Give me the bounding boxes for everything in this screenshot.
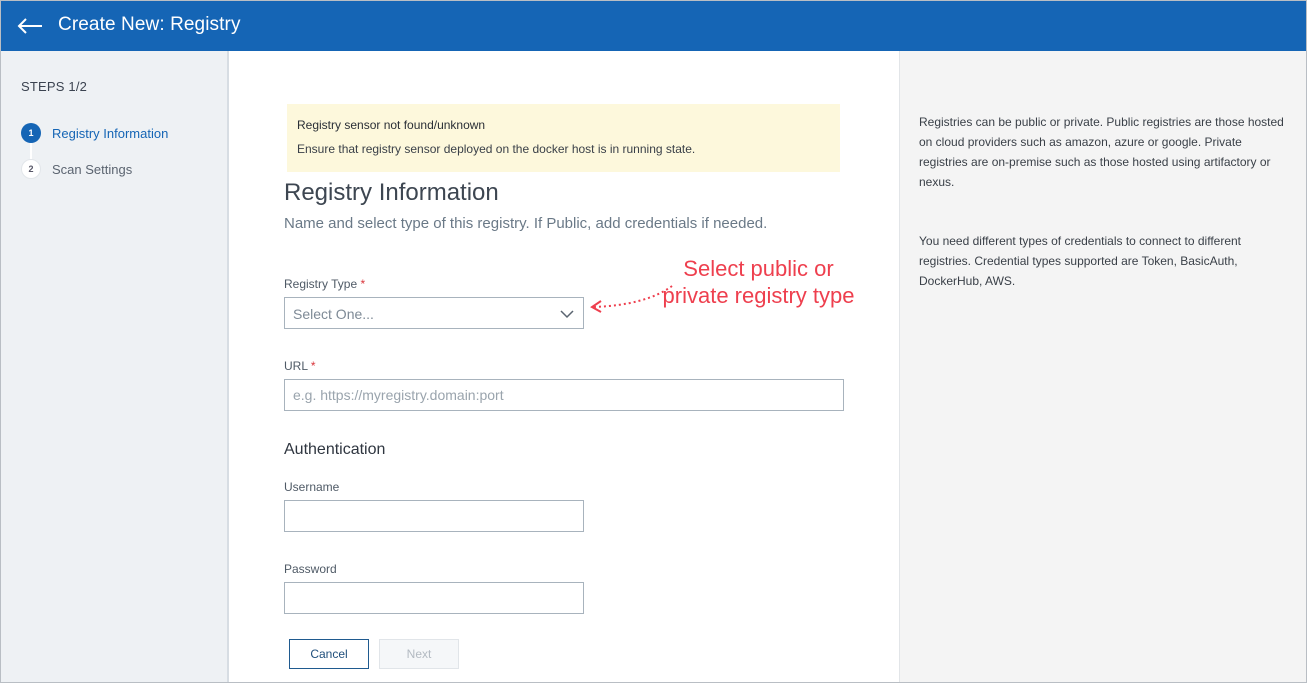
- cancel-button[interactable]: Cancel: [289, 639, 369, 669]
- username-input[interactable]: [284, 500, 584, 532]
- password-input[interactable]: [284, 582, 584, 614]
- page-header: Create New: Registry: [1, 1, 1306, 51]
- step-label: Registry Information: [52, 125, 169, 141]
- url-label: URL *: [284, 359, 316, 373]
- callout-arrow-icon: [590, 285, 673, 313]
- required-mark: *: [310, 359, 316, 373]
- step-registry-information[interactable]: 1 Registry Information: [21, 123, 168, 143]
- alert-title: Registry sensor not found/unknown: [297, 118, 486, 132]
- next-button[interactable]: Next: [379, 639, 459, 669]
- chevron-down-icon: [560, 307, 574, 319]
- step-scan-settings[interactable]: 2 Scan Settings: [21, 159, 132, 179]
- page-title: Create New: Registry: [58, 14, 241, 35]
- help-text-credentials: You need different types of credentials …: [919, 234, 1242, 288]
- url-label-text: URL: [284, 359, 308, 373]
- registry-type-select[interactable]: Select One...: [284, 297, 584, 329]
- authentication-heading: Authentication: [284, 441, 386, 458]
- steps-title: STEPS 1/2: [21, 79, 88, 94]
- username-label: Username: [284, 480, 340, 494]
- help-text-registries: Registries can be public or private. Pub…: [919, 115, 1284, 189]
- warning-alert: Registry sensor not found/unknown Ensure…: [287, 104, 840, 172]
- step-label: Scan Settings: [52, 161, 133, 177]
- steps-sidebar: STEPS 1/2 1 Registry Information 2 Scan …: [1, 51, 229, 682]
- step-number: 2: [21, 159, 41, 179]
- app-window: Create New: Registry STEPS 1/2 1 Registr…: [0, 0, 1307, 683]
- annotation-callout: Select public or private registry type: [662, 256, 855, 308]
- section-title: Registry Information: [284, 179, 499, 206]
- registry-type-value: Select One...: [293, 306, 374, 322]
- registry-type-label-text: Registry Type: [284, 277, 358, 291]
- step-number: 1: [21, 123, 41, 143]
- form-panel: Registry sensor not found/unknown Ensure…: [231, 51, 899, 682]
- url-input[interactable]: [284, 379, 844, 411]
- required-mark: *: [360, 277, 366, 291]
- section-subtitle: Name and select type of this registry. I…: [284, 215, 768, 232]
- help-panel: Registries can be public or private. Pub…: [899, 51, 1306, 682]
- registry-type-label: Registry Type *: [284, 277, 365, 291]
- alert-message: Ensure that registry sensor deployed on …: [297, 142, 696, 156]
- back-arrow-icon[interactable]: [17, 15, 43, 37]
- password-label: Password: [284, 562, 337, 576]
